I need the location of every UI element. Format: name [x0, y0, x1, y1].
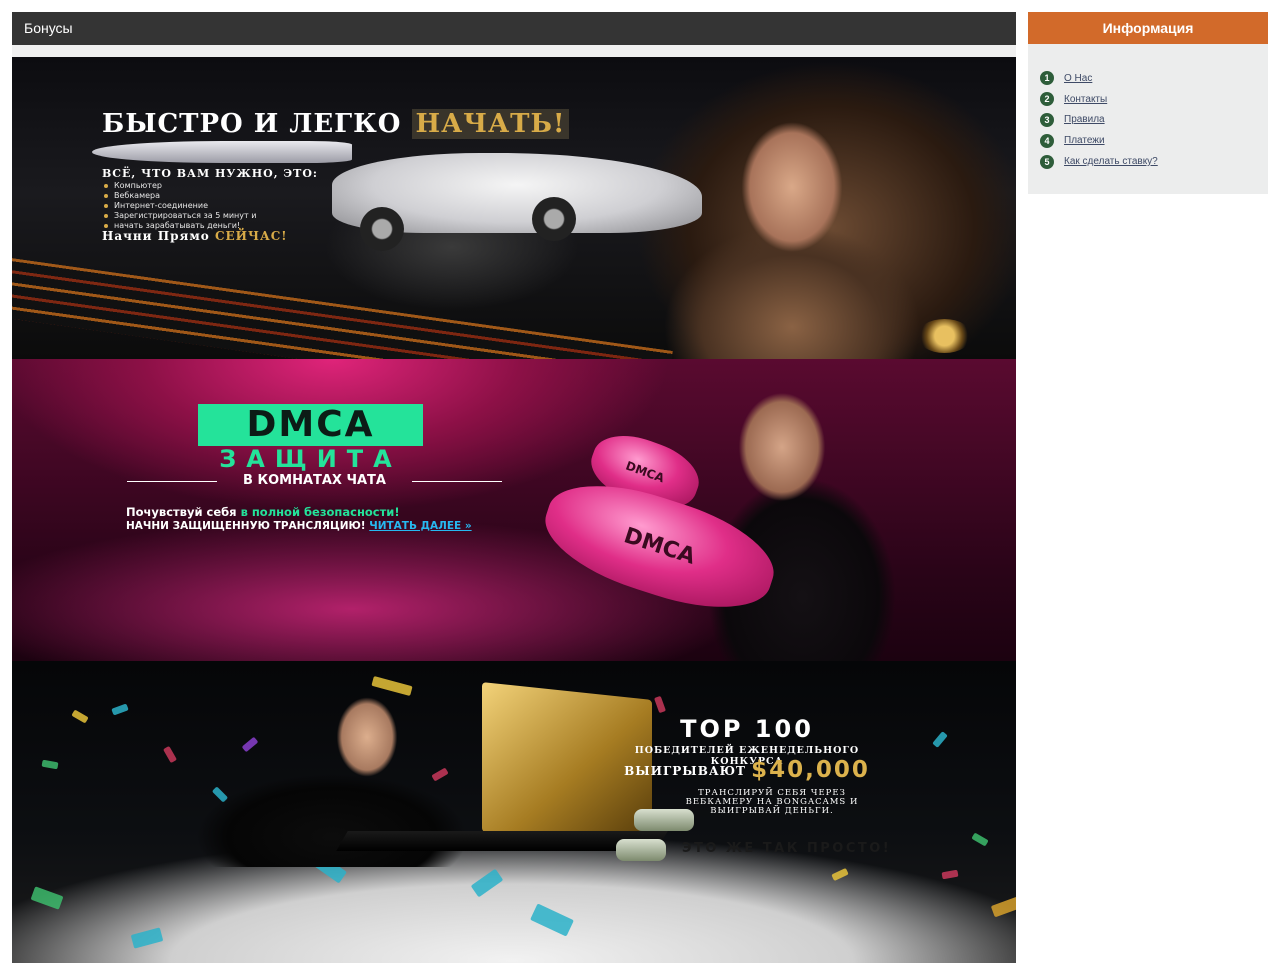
money-roll — [616, 839, 666, 861]
confetti — [470, 868, 504, 898]
needs-item: Вебкамера — [102, 191, 256, 201]
sidebar-link-contacts[interactable]: Контакты — [1064, 94, 1107, 105]
number-badge: 5 — [1040, 154, 1054, 169]
top100-title: TOP 100 — [680, 715, 814, 743]
sidebar-title: Информация — [1028, 12, 1268, 44]
page: Бонусы БЫСТРО И ЛЕГКО НАЧАТЬ! ВСЁ, ЧТО В… — [0, 0, 1280, 964]
prize-amount: $40,000 — [751, 757, 870, 783]
section-header: Бонусы — [12, 12, 1016, 45]
section-title: Бонусы — [24, 20, 73, 36]
bonus-banner-top100[interactable]: TOP 100 ПОБЕДИТЕЛЕЙ ЕЖЕНЕДЕЛЬНОГО КОНКУР… — [12, 661, 1016, 963]
jet-image — [92, 141, 352, 163]
confetti — [932, 731, 948, 748]
confetti — [111, 703, 129, 716]
info-sidebar: Информация 1 О Нас 2 Контакты 3 Правила … — [1028, 12, 1268, 194]
sidebar-item-how-to-bet[interactable]: 5 Как сделать ставку? — [1040, 151, 1268, 172]
sidebar-item-contacts[interactable]: 2 Контакты — [1040, 89, 1268, 110]
bonus-banner-dmca[interactable]: DMCA DMCA DMCA ЗАЩИТА В КОМНАТАХ ЧАТА По… — [12, 359, 1016, 661]
sidebar-link-how-to-bet[interactable]: Как сделать ставку? — [1064, 156, 1158, 167]
sidebar-item-payments[interactable]: 4 Платежи — [1040, 130, 1268, 151]
sidebar-link-about[interactable]: О Нас — [1064, 73, 1092, 84]
cta-white: Начни Прямо — [102, 229, 210, 243]
feel-white: Почувствуй себя — [126, 505, 237, 519]
road-stripes — [12, 253, 673, 359]
confetti — [530, 903, 574, 937]
glove-label: DMCA — [623, 458, 667, 486]
needs-title: ВСЁ, ЧТО ВАМ НУЖНО, ЭТО: — [102, 167, 318, 180]
banner1-headline: БЫСТРО И ЛЕГКО НАЧАТЬ! — [102, 109, 570, 139]
confetti — [130, 927, 164, 949]
win-label: ВЫИГРЫВАЮТ — [624, 764, 746, 778]
confetti — [30, 886, 64, 910]
brand-logo-icon — [917, 319, 972, 353]
confetti — [831, 867, 849, 882]
sidebar-link-payments[interactable]: Платежи — [1064, 135, 1105, 146]
stream-text: ТРАНСЛИРУЙ СЕБЯ ЧЕРЕЗ ВЕБКАМЕРУ НА BONGA… — [652, 789, 892, 816]
easy-tagline: ЭТО ЖЕ ТАК ПРОСТО! — [682, 841, 892, 856]
sidebar-item-about[interactable]: 1 О Нас — [1040, 68, 1268, 89]
sidebar-item-rules[interactable]: 3 Правила — [1040, 110, 1268, 131]
sidebar-body: 1 О Нас 2 Контакты 3 Правила 4 Платежи 5 — [1028, 44, 1268, 194]
dmca-logo: DMCA — [198, 404, 423, 446]
sidebar-links: 1 О Нас 2 Контакты 3 Правила 4 Платежи 5 — [1040, 68, 1268, 172]
start-stream-line: НАЧНИ ЗАЩИЩЕННУЮ ТРАНСЛЯЦИЮ! ЧИТАТЬ ДАЛЕ… — [126, 520, 472, 532]
number-badge: 3 — [1040, 112, 1054, 127]
confetti — [371, 675, 413, 697]
start-text: НАЧНИ ЗАЩИЩЕННУЮ ТРАНСЛЯЦИЮ! — [126, 520, 366, 532]
needs-item: Компьютер — [102, 181, 256, 191]
number-badge: 2 — [1040, 92, 1054, 107]
needs-list: Компьютер Вебкамера Интернет-соединение … — [102, 181, 256, 231]
stream-line: ВЫИГРЫВАЙ ДЕНЬГИ. — [710, 806, 834, 816]
header-divider — [12, 45, 1016, 57]
sidebar-link-rules[interactable]: Правила — [1064, 114, 1105, 125]
headline-gold: НАЧАТЬ! — [411, 109, 570, 139]
needs-item: Зарегистрироваться за 5 минут и — [102, 211, 256, 221]
confetti — [971, 832, 989, 847]
confetti — [41, 759, 59, 770]
read-more-link[interactable]: ЧИТАТЬ ДАЛЕЕ » — [369, 520, 471, 532]
model-photo — [662, 97, 922, 359]
confetti — [990, 896, 1016, 918]
rooms-text: В КОМНАТАХ ЧАТА — [243, 473, 386, 488]
feel-green: в полной безопасности! — [240, 505, 400, 519]
headline-white: БЫСТРО И ЛЕГКО — [102, 109, 402, 139]
number-badge: 1 — [1040, 71, 1054, 86]
cta-gold: СЕЙЧАС! — [214, 229, 288, 243]
needs-item: Интернет-соединение — [102, 201, 256, 211]
main-column: Бонусы БЫСТРО И ЛЕГКО НАЧАТЬ! ВСЁ, ЧТО В… — [12, 12, 1016, 963]
confetti — [653, 695, 667, 714]
number-badge: 4 — [1040, 133, 1054, 148]
rooms-subtitle: В КОМНАТАХ ЧАТА — [122, 473, 507, 488]
glove-label: DMCA — [620, 523, 699, 570]
win-amount-line: ВЫИГРЫВАЮТ $40,000 — [602, 757, 892, 783]
feel-safe-line: Почувствуй себя в полной безопасности! — [126, 505, 400, 519]
confetti — [71, 709, 89, 724]
confetti — [941, 869, 959, 880]
car-wheel-front — [360, 207, 404, 251]
bonus-banner-quick-start[interactable]: БЫСТРО И ЛЕГКО НАЧАТЬ! ВСЁ, ЧТО ВАМ НУЖН… — [12, 57, 1016, 359]
protection-title: ЗАЩИТА — [219, 445, 402, 473]
car-wheel-rear — [532, 197, 576, 241]
banner1-cta: Начни Прямо СЕЙЧАС! — [102, 229, 288, 243]
